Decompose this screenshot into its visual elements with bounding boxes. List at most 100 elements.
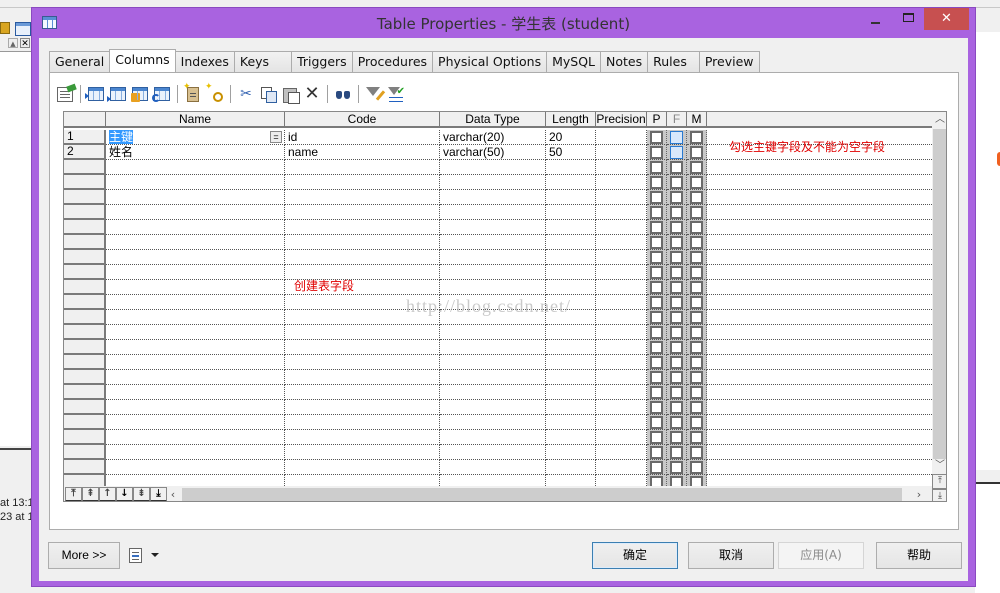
cell-precision[interactable] (596, 160, 647, 175)
horizontal-scroll-track[interactable] (182, 488, 902, 501)
find-button[interactable] (332, 83, 354, 105)
row-number[interactable] (64, 235, 106, 250)
checkbox-p[interactable] (650, 295, 663, 309)
cell-data-type[interactable] (440, 415, 546, 430)
table-row[interactable] (64, 190, 932, 205)
cell-data-type[interactable]: varchar(50) (440, 145, 546, 160)
cell-name[interactable] (106, 400, 285, 415)
checkbox-m[interactable] (690, 265, 703, 279)
cell-data-type[interactable] (440, 385, 546, 400)
cell-data-type[interactable] (440, 340, 546, 355)
move-page-up-button[interactable]: ⇞ (82, 487, 99, 501)
checkbox-p[interactable] (650, 325, 663, 339)
cell-name[interactable] (106, 310, 285, 325)
checkbox-f[interactable] (670, 355, 683, 369)
scroll-down-icon[interactable]: ﹀ (932, 459, 946, 473)
cell-data-type[interactable] (440, 160, 546, 175)
checkbox-f[interactable] (670, 400, 683, 414)
checkbox-f[interactable] (670, 385, 683, 399)
cell-data-type[interactable] (440, 250, 546, 265)
cell-code[interactable] (285, 400, 440, 415)
cell-precision[interactable] (596, 400, 647, 415)
checkbox-m[interactable] (690, 235, 703, 249)
cell-length[interactable] (546, 235, 596, 250)
checkbox-f[interactable] (670, 445, 683, 459)
row-number[interactable] (64, 295, 106, 310)
cell-precision[interactable] (596, 445, 647, 460)
checkbox-m[interactable] (690, 205, 703, 219)
checkbox-f[interactable] (670, 280, 683, 294)
tab-physical-options[interactable]: Physical Options (432, 51, 548, 72)
checkbox-p[interactable] (650, 370, 663, 384)
chevron-down-icon[interactable] (151, 553, 159, 557)
checkbox-p[interactable] (650, 235, 663, 249)
checkbox-p[interactable] (650, 220, 663, 234)
cell-length[interactable] (546, 400, 596, 415)
cell-name[interactable] (106, 235, 285, 250)
checkbox-f[interactable] (670, 415, 683, 429)
cell-precision[interactable] (596, 265, 647, 280)
cell-name[interactable] (106, 325, 285, 340)
cell-name[interactable] (106, 265, 285, 280)
tab-procedures[interactable]: Procedures (351, 51, 434, 72)
checkbox-p[interactable] (650, 385, 663, 399)
tab-keys[interactable]: Keys (233, 51, 293, 72)
column-header-m[interactable]: M (687, 112, 707, 127)
table-row[interactable] (64, 460, 932, 475)
scroll-left-icon[interactable]: ‹ (166, 487, 180, 501)
checkbox-p[interactable] (650, 460, 663, 474)
filter-edit-button[interactable] (363, 83, 385, 105)
checkbox-f[interactable] (670, 205, 683, 219)
cell-code[interactable] (285, 250, 440, 265)
cell-data-type[interactable] (440, 370, 546, 385)
checkbox-p[interactable] (650, 145, 663, 159)
cell-length[interactable] (546, 370, 596, 385)
checkbox-f[interactable] (670, 190, 683, 204)
row-number[interactable] (64, 445, 106, 460)
cell-precision[interactable] (596, 130, 647, 145)
cell-code[interactable] (285, 370, 440, 385)
cell-data-type[interactable]: varchar(20) (440, 130, 546, 145)
cell-length[interactable] (546, 220, 596, 235)
row-number[interactable] (64, 430, 106, 445)
checkbox-p[interactable] (650, 130, 663, 144)
cell-name[interactable] (106, 415, 285, 430)
cell-length[interactable] (546, 430, 596, 445)
vertical-scroll-track[interactable] (933, 129, 946, 459)
checkbox-m[interactable] (690, 145, 703, 159)
cell-name[interactable] (106, 430, 285, 445)
tab-mysql[interactable]: MySQL (546, 51, 602, 72)
cell-name[interactable] (106, 340, 285, 355)
row-number[interactable] (64, 460, 106, 475)
table-row[interactable] (64, 265, 932, 280)
checkbox-f[interactable] (670, 310, 683, 324)
cell-code[interactable] (285, 235, 440, 250)
scroll-right-icon[interactable]: › (912, 487, 926, 501)
checkbox-m[interactable] (690, 295, 703, 309)
row-number[interactable] (64, 325, 106, 340)
cell-data-type[interactable] (440, 220, 546, 235)
row-number[interactable] (64, 220, 106, 235)
cell-name[interactable] (106, 385, 285, 400)
checkbox-m[interactable] (690, 400, 703, 414)
new-column-button[interactable] (182, 82, 204, 105)
checkbox-p[interactable] (650, 445, 663, 459)
add-row-button[interactable] (107, 83, 129, 105)
checkbox-f[interactable] (670, 430, 683, 444)
cell-code[interactable] (285, 340, 440, 355)
tab-columns[interactable]: Columns (109, 49, 176, 72)
cancel-button[interactable]: 取消 (688, 542, 774, 569)
tab-triggers[interactable]: Triggers (291, 51, 353, 72)
column-header-f[interactable]: F (667, 112, 687, 127)
cell-length[interactable] (546, 385, 596, 400)
table-row[interactable] (64, 430, 932, 445)
checkbox-f[interactable] (670, 250, 683, 264)
ellipsis-button[interactable]: = (270, 131, 282, 143)
cell-precision[interactable] (596, 235, 647, 250)
row-number[interactable] (64, 415, 106, 430)
cell-precision[interactable] (596, 460, 647, 475)
more-button[interactable]: More >> (48, 542, 120, 569)
ok-button[interactable]: 确定 (592, 542, 678, 569)
table-row[interactable] (64, 280, 932, 295)
checkbox-f[interactable] (670, 145, 683, 159)
